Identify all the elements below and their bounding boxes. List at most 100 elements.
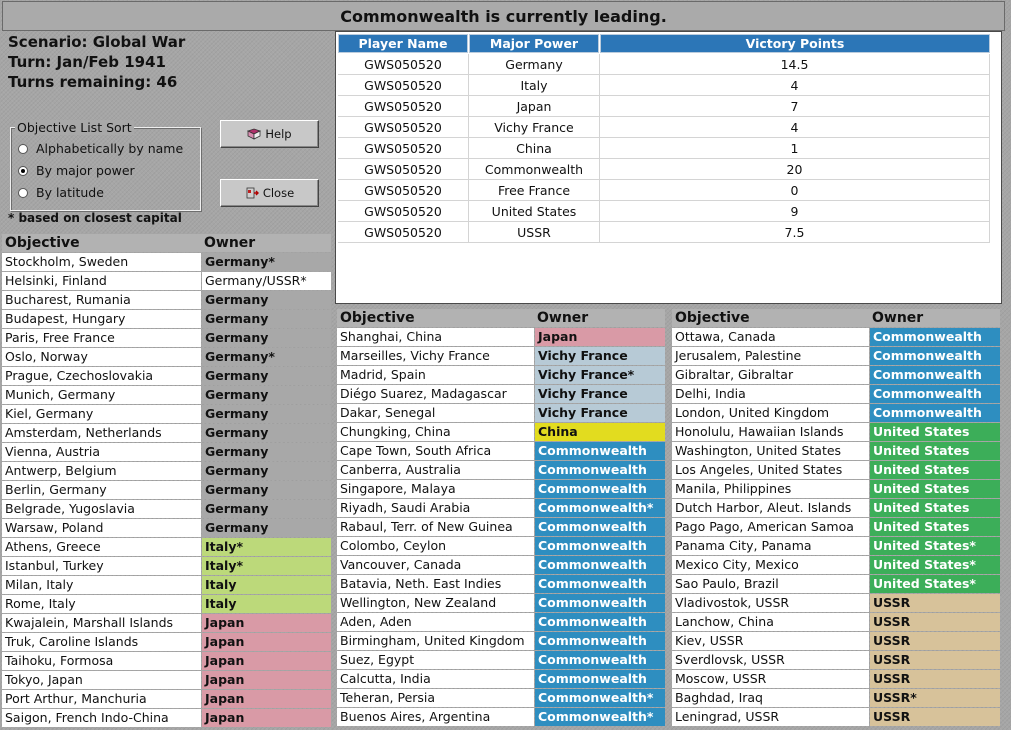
objective-name: Cape Town, South Africa (337, 442, 534, 460)
objective-owner: Vichy France (535, 385, 665, 403)
objective-name: Vancouver, Canada (337, 556, 534, 574)
vp-cell-player: GWS050520 (338, 222, 469, 242)
objective-owner: USSR (870, 670, 1000, 688)
vp-cell-player: GWS050520 (338, 201, 469, 221)
objective-name: Batavia, Neth. East Indies (337, 575, 534, 593)
objective-owner: United States (870, 518, 1000, 536)
vp-cell-player: GWS050520 (338, 117, 469, 137)
vp-cell-points: 7.5 (600, 222, 990, 242)
objective-owner: Japan (202, 690, 331, 708)
objective-name: Truk, Caroline Islands (2, 633, 201, 651)
close-button[interactable]: Close (220, 179, 319, 207)
objective-name: Washington, United States (672, 442, 869, 460)
objective-owner: Vichy France (535, 404, 665, 422)
objective-owner: USSR (870, 708, 1000, 726)
vp-cell-power: Italy (469, 75, 600, 95)
objective-owner: United States (870, 423, 1000, 441)
radio-indicator-selected (18, 165, 28, 176)
objective-name: Stockholm, Sweden (2, 253, 201, 271)
objective-name: Paris, Free France (2, 329, 201, 347)
objective-sort-group: Objective List Sort Alphabetically by na… (10, 120, 201, 211)
objective-name: Riyadh, Saudi Arabia (337, 499, 534, 517)
owner-column-header: Owner (869, 309, 1000, 327)
objective-owner: Italy* (202, 538, 331, 556)
vp-row: GWS050520 Free France 0 (338, 180, 990, 201)
radio-label: By latitude (36, 185, 104, 200)
objective-name: Aden, Aden (337, 613, 534, 631)
objective-owner: Germany (202, 291, 331, 309)
objective-name: Rabaul, Terr. of New Guinea (337, 518, 534, 536)
objective-owner: Germany (202, 424, 331, 442)
vp-cell-power: Germany (469, 54, 600, 74)
objective-owner: Commonwealth* (535, 499, 665, 517)
objective-owner: Commonwealth* (535, 689, 665, 707)
sort-group-legend: Objective List Sort (15, 120, 134, 135)
objective-name: Suez, Egypt (337, 651, 534, 669)
objective-owner: Commonwealth (535, 651, 665, 669)
vp-cell-player: GWS050520 (338, 180, 469, 200)
objective-name: Amsterdam, Netherlands (2, 424, 201, 442)
objective-owner: Germany (202, 443, 331, 461)
objective-name: Helsinki, Finland (2, 272, 201, 290)
objective-name: Pago Pago, American Samoa (672, 518, 869, 536)
objective-owner: Commonwealth (535, 556, 665, 574)
objective-name: Teheran, Persia (337, 689, 534, 707)
objective-owner: Germany (202, 462, 331, 480)
objective-owner: Commonwealth (535, 632, 665, 650)
objective-owner: United States (870, 480, 1000, 498)
objective-name: Milan, Italy (2, 576, 201, 594)
objective-owner: Commonwealth* (535, 708, 665, 726)
vp-row: GWS050520 Vichy France 4 (338, 117, 990, 138)
objective-name: Warsaw, Poland (2, 519, 201, 537)
vp-cell-power: Free France (469, 180, 600, 200)
radio-indicator (18, 143, 28, 154)
objective-owner: Commonwealth (535, 461, 665, 479)
objective-name: Diégo Suarez, Madagascar (337, 385, 534, 403)
objective-name: Saigon, French Indo-China (2, 709, 201, 727)
objective-name: Calcutta, India (337, 670, 534, 688)
vp-row: GWS050520 China 1 (338, 138, 990, 159)
vp-row: GWS050520 Germany 14.5 (338, 54, 990, 75)
vp-row: GWS050520 Japan 7 (338, 96, 990, 117)
objective-name: Leningrad, USSR (672, 708, 869, 726)
vp-cell-points: 9 (600, 201, 990, 221)
objective-name: Colombo, Ceylon (337, 537, 534, 555)
objective-owner: Commonwealth (535, 575, 665, 593)
objective-owner: Commonwealth (535, 442, 665, 460)
close-button-label: Close (262, 186, 295, 200)
objective-name: Vladivostok, USSR (672, 594, 869, 612)
objective-name: Baghdad, Iraq (672, 689, 869, 707)
objective-owner: Germany (202, 367, 331, 385)
objective-name: Kwajalein, Marshall Islands (2, 614, 201, 632)
vp-cell-power: China (469, 138, 600, 158)
turns-remaining: Turns remaining: 46 (8, 73, 178, 91)
objective-name: Marseilles, Vichy France (337, 347, 534, 365)
objective-name: Antwerp, Belgium (2, 462, 201, 480)
objective-owner: Commonwealth (535, 613, 665, 631)
objective-name: Bucharest, Rumania (2, 291, 201, 309)
scenario-name: Scenario: Global War (8, 33, 186, 51)
sort-by-power-radio[interactable]: By major power (18, 163, 135, 178)
objective-owner: Commonwealth (870, 385, 1000, 403)
closest-capital-note: * based on closest capital (8, 211, 182, 225)
vp-cell-power: USSR (469, 222, 600, 242)
objective-owner: Germany (202, 329, 331, 347)
vp-cell-points: 1 (600, 138, 990, 158)
help-button[interactable]: Help (220, 120, 319, 148)
objective-name: Sverdlovsk, USSR (672, 651, 869, 669)
objective-owner: Germany* (202, 253, 331, 271)
victory-points-table: Player Name Major Power Victory Points G… (335, 31, 1002, 304)
objective-owner: China (535, 423, 665, 441)
objective-owner: United States (870, 499, 1000, 517)
objective-name: Prague, Czechoslovakia (2, 367, 201, 385)
sort-alphabetical-radio[interactable]: Alphabetically by name (18, 141, 183, 156)
leader-banner: Commonwealth is currently leading. (2, 1, 1005, 31)
objective-owner: Germany/USSR* (202, 272, 331, 290)
sort-latitude-radio[interactable]: By latitude (18, 185, 104, 200)
turn-label: Turn: Jan/Feb 1941 (8, 53, 166, 71)
objective-owner: Commonwealth (535, 518, 665, 536)
objective-owner: Germany (202, 310, 331, 328)
vp-cell-points: 14.5 (600, 54, 990, 74)
objective-owner: Germany (202, 519, 331, 537)
objective-owner: United States* (870, 575, 1000, 593)
